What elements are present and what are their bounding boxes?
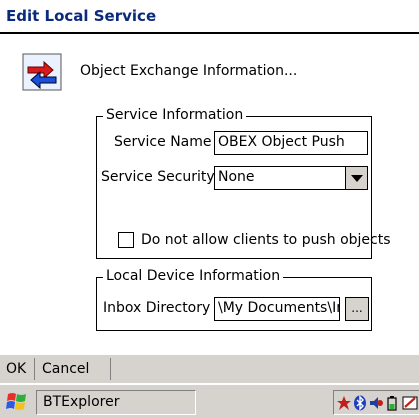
service-security-value: None bbox=[218, 169, 255, 185]
btexplorer-task-button[interactable]: BTExplorer bbox=[36, 390, 196, 415]
battery-icon[interactable] bbox=[384, 395, 400, 411]
window-title: Edit Local Service bbox=[6, 7, 157, 25]
cancel-button[interactable]: Cancel bbox=[42, 361, 89, 377]
system-tray bbox=[333, 390, 419, 415]
title-divider bbox=[0, 32, 419, 34]
service-security-label: Service Security : bbox=[101, 169, 224, 185]
bluetooth-icon[interactable] bbox=[352, 395, 368, 411]
service-name-label: Service Name : bbox=[114, 134, 221, 150]
service-name-input[interactable]: OBEX Object Push bbox=[214, 131, 368, 155]
disallow-push-checkbox[interactable] bbox=[118, 232, 134, 248]
object-exchange-icon bbox=[22, 53, 62, 91]
header-text: Object Exchange Information... bbox=[80, 63, 298, 79]
service-security-select[interactable]: None bbox=[214, 166, 368, 190]
disallow-push-label: Do not allow clients to push objects bbox=[141, 232, 391, 248]
title-bar: Edit Local Service bbox=[0, 0, 419, 34]
menu-bar: OK Cancel bbox=[0, 354, 419, 383]
inbox-directory-label: Inbox Directory : bbox=[103, 300, 220, 316]
volume-icon[interactable] bbox=[368, 395, 384, 411]
task-label: BTExplorer bbox=[43, 394, 120, 410]
menu-separator bbox=[110, 358, 111, 380]
chevron-down-icon[interactable] bbox=[345, 167, 367, 189]
service-information-legend: Service Information bbox=[103, 107, 247, 123]
local-device-information-legend: Local Device Information bbox=[103, 268, 284, 284]
ok-button[interactable]: OK bbox=[6, 361, 26, 377]
browse-button[interactable]: ... bbox=[345, 297, 369, 321]
menu-separator bbox=[34, 358, 35, 380]
taskbar: BTExplorer bbox=[0, 384, 419, 418]
windows-start-icon[interactable] bbox=[4, 390, 30, 414]
input-panel-icon[interactable] bbox=[401, 395, 419, 411]
network-icon[interactable] bbox=[336, 395, 352, 411]
inbox-directory-input[interactable]: \My Documents\In bbox=[214, 297, 340, 321]
